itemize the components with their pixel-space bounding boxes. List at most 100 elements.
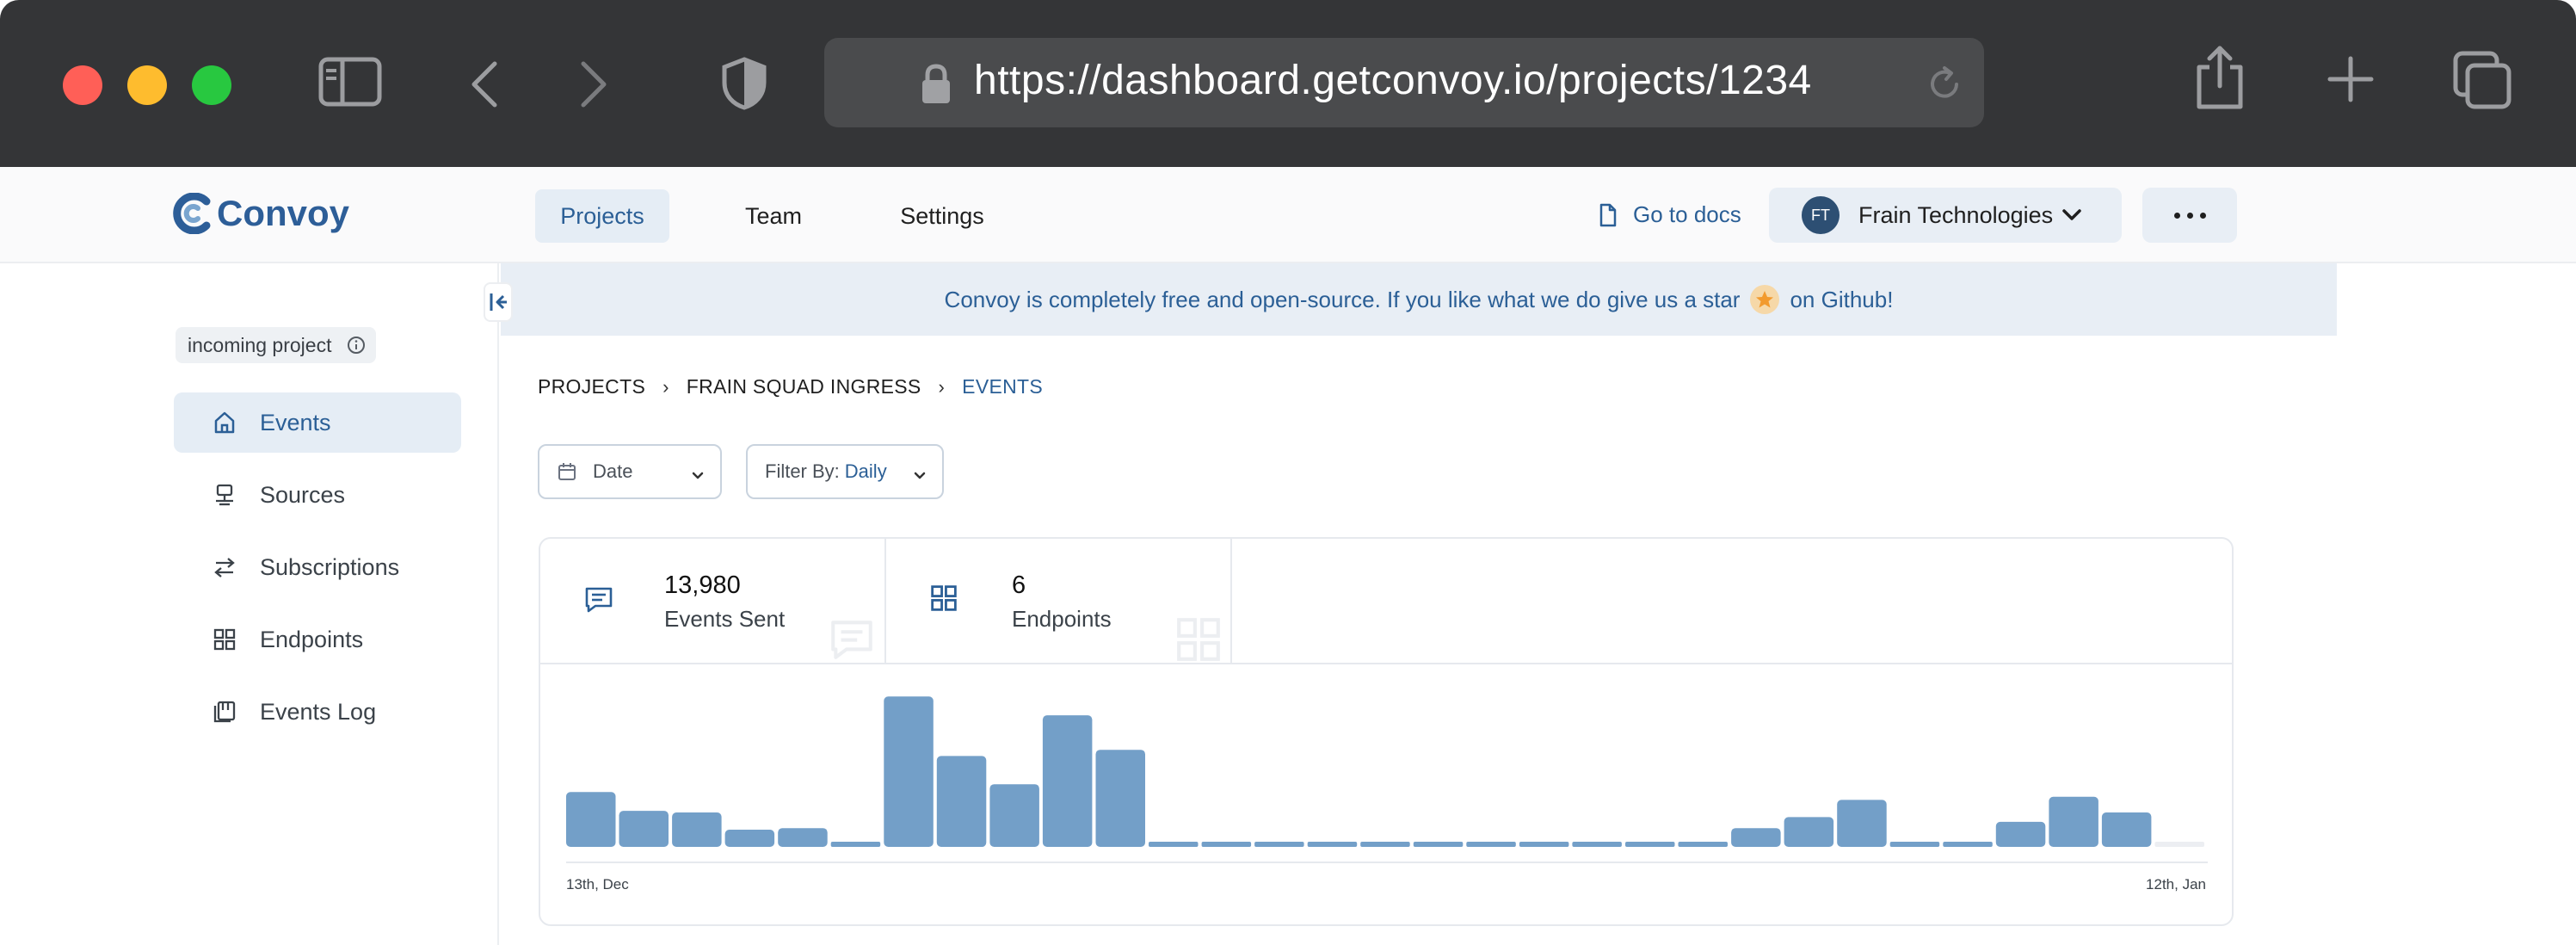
- breadcrumb-current: EVENTS: [962, 375, 1043, 398]
- chart-bar[interactable]: [1466, 842, 1516, 847]
- more-options-button[interactable]: [2142, 188, 2237, 243]
- sidebar-item-events-log[interactable]: Events Log: [174, 682, 461, 742]
- star-icon: [1750, 285, 1780, 314]
- sidebar-item-sources[interactable]: Sources: [174, 465, 461, 525]
- project-type-badge: incoming project: [176, 327, 377, 363]
- shield-icon[interactable]: [721, 57, 767, 110]
- breadcrumb-project[interactable]: FRAIN SQUAD INGRESS: [687, 375, 921, 398]
- grid-icon: [212, 627, 237, 652]
- chevron-down-icon: [691, 465, 705, 487]
- chart-bar[interactable]: [936, 756, 987, 847]
- more-dot: [2199, 212, 2206, 219]
- chart-bar[interactable]: [1254, 842, 1304, 847]
- chart-bar[interactable]: [884, 696, 934, 847]
- chart-bar[interactable]: [1519, 842, 1569, 847]
- home-icon: [212, 410, 237, 435]
- github-link[interactable]: on Github!: [1790, 287, 1893, 313]
- sidebar-item-label: Sources: [260, 481, 346, 508]
- address-bar[interactable]: https://dashboard.getconvoy.io/projects/…: [824, 38, 1984, 127]
- chart-bar[interactable]: [2101, 812, 2152, 847]
- chart-bar[interactable]: [1149, 842, 1199, 847]
- chart-bar[interactable]: [1413, 842, 1464, 847]
- chart-bar[interactable]: [1307, 842, 1358, 847]
- sidebar-item-endpoints[interactable]: Endpoints: [174, 609, 461, 670]
- chart-bar[interactable]: [1572, 842, 1622, 847]
- sidebar-item-subscriptions[interactable]: Subscriptions: [174, 537, 461, 597]
- top-navigation: Convoy Projects Team Settings Go to docs…: [0, 167, 2576, 263]
- calendar-icon: [557, 461, 577, 482]
- sidebar: incoming project Events Sources Subscrip…: [0, 263, 499, 945]
- chevron-right-icon: ›: [938, 375, 946, 398]
- chart-bar[interactable]: [1784, 817, 1834, 847]
- tab-settings[interactable]: Settings: [886, 189, 998, 243]
- info-icon[interactable]: [347, 336, 366, 360]
- convoy-logo[interactable]: Convoy: [172, 193, 349, 234]
- minimize-window-button[interactable]: [127, 65, 167, 105]
- sources-icon: [212, 482, 237, 508]
- chart-bar[interactable]: [619, 811, 669, 847]
- events-bar-chart: [566, 696, 2208, 863]
- organisation-switcher[interactable]: FT Frain Technologies: [1769, 188, 2122, 243]
- chart-bar[interactable]: [1995, 821, 2046, 847]
- chart-bar[interactable]: [1360, 842, 1410, 847]
- log-icon: [212, 699, 237, 725]
- endpoints-stat: 6 Endpoints: [886, 539, 1232, 664]
- chart-bar[interactable]: [1042, 715, 1093, 847]
- sidebar-toggle-icon[interactable]: [318, 55, 382, 108]
- more-dot: [2186, 212, 2193, 219]
- new-tab-icon[interactable]: [2326, 55, 2375, 103]
- back-icon[interactable]: [469, 60, 500, 108]
- filter-value: Daily: [844, 460, 887, 482]
- message-icon: [583, 584, 614, 618]
- chevron-down-icon: [2061, 207, 2082, 227]
- lock-icon: [921, 64, 952, 108]
- chart-bar[interactable]: [1678, 842, 1729, 847]
- tab-projects[interactable]: Projects: [535, 189, 669, 243]
- chart-bar[interactable]: [1889, 842, 1940, 847]
- breadcrumb-projects[interactable]: PROJECTS: [538, 375, 645, 398]
- sidebar-item-label: Subscriptions: [260, 553, 400, 580]
- convoy-logo-icon: [173, 193, 211, 234]
- share-icon[interactable]: [2194, 45, 2246, 110]
- chart-bar[interactable]: [1201, 842, 1252, 847]
- browser-chrome: https://dashboard.getconvoy.io/projects/…: [0, 0, 2576, 167]
- url-text: https://dashboard.getconvoy.io/projects/…: [974, 58, 1812, 103]
- chart-bar[interactable]: [1837, 800, 1887, 847]
- chart-bar[interactable]: [2049, 796, 2098, 847]
- events-sent-label: Events Sent: [664, 606, 786, 632]
- events-sent-stat: 13,980 Events Sent: [540, 539, 886, 664]
- open-source-banner: Convoy is completely free and open-sourc…: [501, 263, 2337, 336]
- chart-bar[interactable]: [672, 812, 722, 847]
- collapse-icon: [490, 293, 507, 311]
- tab-team[interactable]: Team: [721, 189, 826, 243]
- collapse-sidebar-button[interactable]: [484, 282, 513, 322]
- chart-bar[interactable]: [989, 784, 1039, 847]
- go-to-docs-link[interactable]: Go to docs: [1599, 201, 1741, 228]
- forward-icon[interactable]: [578, 60, 609, 108]
- chart-bar[interactable]: [830, 842, 881, 847]
- chart-bar[interactable]: [1943, 842, 1993, 847]
- endpoints-label: Endpoints: [1012, 606, 1112, 632]
- tab-overview-icon[interactable]: [2452, 50, 2512, 110]
- chart-bar[interactable]: [566, 792, 616, 847]
- more-dot: [2173, 212, 2180, 219]
- project-type-label: incoming project: [188, 333, 332, 356]
- close-window-button[interactable]: [63, 65, 102, 105]
- maximize-window-button[interactable]: [192, 65, 231, 105]
- chart-bar[interactable]: [724, 830, 775, 847]
- sidebar-item-events[interactable]: Events: [174, 392, 461, 453]
- logo-text: Convoy: [217, 193, 350, 233]
- chart-bar[interactable]: [778, 828, 828, 847]
- sidebar-item-label: Endpoints: [260, 626, 364, 652]
- sidebar-item-label: Events: [260, 409, 331, 435]
- chart-bar[interactable]: [1095, 750, 1146, 847]
- chart-bar[interactable]: [1625, 842, 1675, 847]
- chart-bar[interactable]: [2154, 842, 2205, 847]
- date-filter-button[interactable]: Date: [538, 444, 722, 499]
- chart-bar[interactable]: [1731, 828, 1781, 847]
- reload-icon[interactable]: [1924, 64, 1965, 108]
- arrows-swap-icon: [212, 554, 237, 580]
- breadcrumb: PROJECTS › FRAIN SQUAD INGRESS › EVENTS: [538, 375, 1043, 398]
- grid-icon: [929, 584, 958, 616]
- frequency-filter-button[interactable]: Filter By: Daily: [746, 444, 944, 499]
